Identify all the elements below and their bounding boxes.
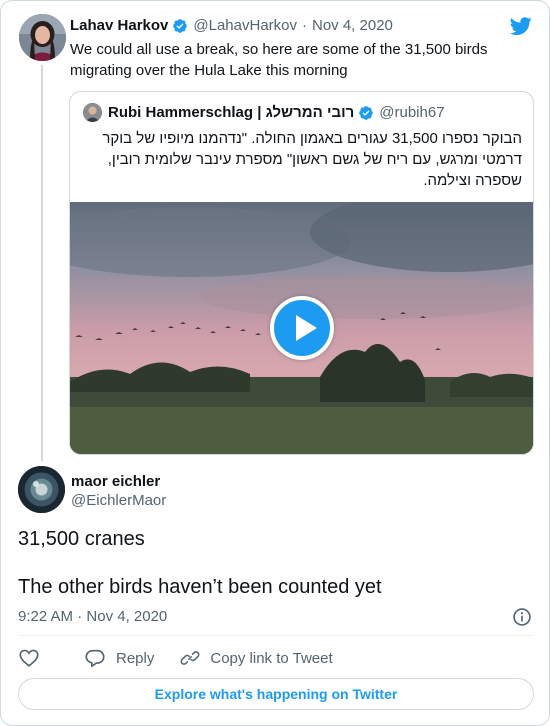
- info-icon[interactable]: [512, 607, 532, 627]
- video-thumbnail[interactable]: [70, 202, 533, 454]
- quoted-author-name: Rubi Hammerschlag | רובי המרשלג: [108, 103, 355, 121]
- copy-link-label: Copy link to Tweet: [210, 649, 333, 667]
- tweet-timestamp[interactable]: 9:22 AM · Nov 4, 2020: [18, 608, 167, 626]
- divider: [18, 635, 534, 636]
- tweet-embed-card: Lahav Harkov @LahavHarkov · Nov 4, 2020 …: [0, 0, 550, 726]
- play-icon: [296, 315, 317, 341]
- avatar[interactable]: [19, 14, 66, 61]
- separator-dot: ·: [77, 608, 83, 625]
- play-button[interactable]: [270, 296, 334, 360]
- author-handle[interactable]: @LahavHarkov: [193, 17, 297, 35]
- quoted-author-line: Rubi Hammerschlag | רובי המרשלג @rubih67: [83, 103, 445, 122]
- heart-icon: [19, 649, 39, 667]
- tweet-text: We could all use a break, so here are so…: [70, 41, 488, 79]
- twitter-bird-icon[interactable]: [509, 15, 533, 37]
- reply-icon: [85, 649, 105, 668]
- reply-label: Reply: [116, 649, 155, 667]
- tweet-date[interactable]: Nov 4, 2020: [312, 17, 393, 35]
- reply-text-line-2: The other birds haven’t been counted yet: [18, 576, 382, 598]
- thread-connector-line: [41, 65, 43, 461]
- avatar: [83, 103, 102, 122]
- tweet-date: Nov 4, 2020: [86, 608, 168, 625]
- reply-author-handle[interactable]: @EichlerMaor: [71, 492, 166, 510]
- quoted-author-handle: @rubih67: [379, 103, 445, 121]
- reply-text-line-1: 31,500 cranes: [18, 528, 145, 550]
- tweet-actions: Reply Copy link to Tweet: [18, 646, 359, 670]
- explore-button[interactable]: Explore what's happening on Twitter: [18, 678, 534, 710]
- quoted-tweet-text: הבוקר נספרו 31,500 עגורים באגמון החולה. …: [102, 130, 522, 189]
- verified-badge-icon: [359, 105, 374, 120]
- quoted-tweet[interactable]: Rubi Hammerschlag | רובי המרשלג @rubih67…: [69, 91, 534, 455]
- reply-button[interactable]: Reply: [84, 647, 154, 669]
- link-icon: [180, 651, 200, 665]
- author-name[interactable]: Lahav Harkov: [70, 17, 168, 35]
- tweet-author-line: Lahav Harkov @LahavHarkov · Nov 4, 2020: [70, 17, 393, 35]
- reply-author-name[interactable]: maor eichler: [71, 473, 160, 491]
- tweet-time: 9:22 AM: [18, 608, 74, 625]
- avatar[interactable]: [18, 466, 65, 513]
- like-button[interactable]: [18, 647, 50, 669]
- separator-dot: ·: [302, 17, 307, 34]
- copy-link-button[interactable]: Copy link to Tweet: [180, 648, 333, 668]
- verified-badge-icon: [173, 19, 188, 33]
